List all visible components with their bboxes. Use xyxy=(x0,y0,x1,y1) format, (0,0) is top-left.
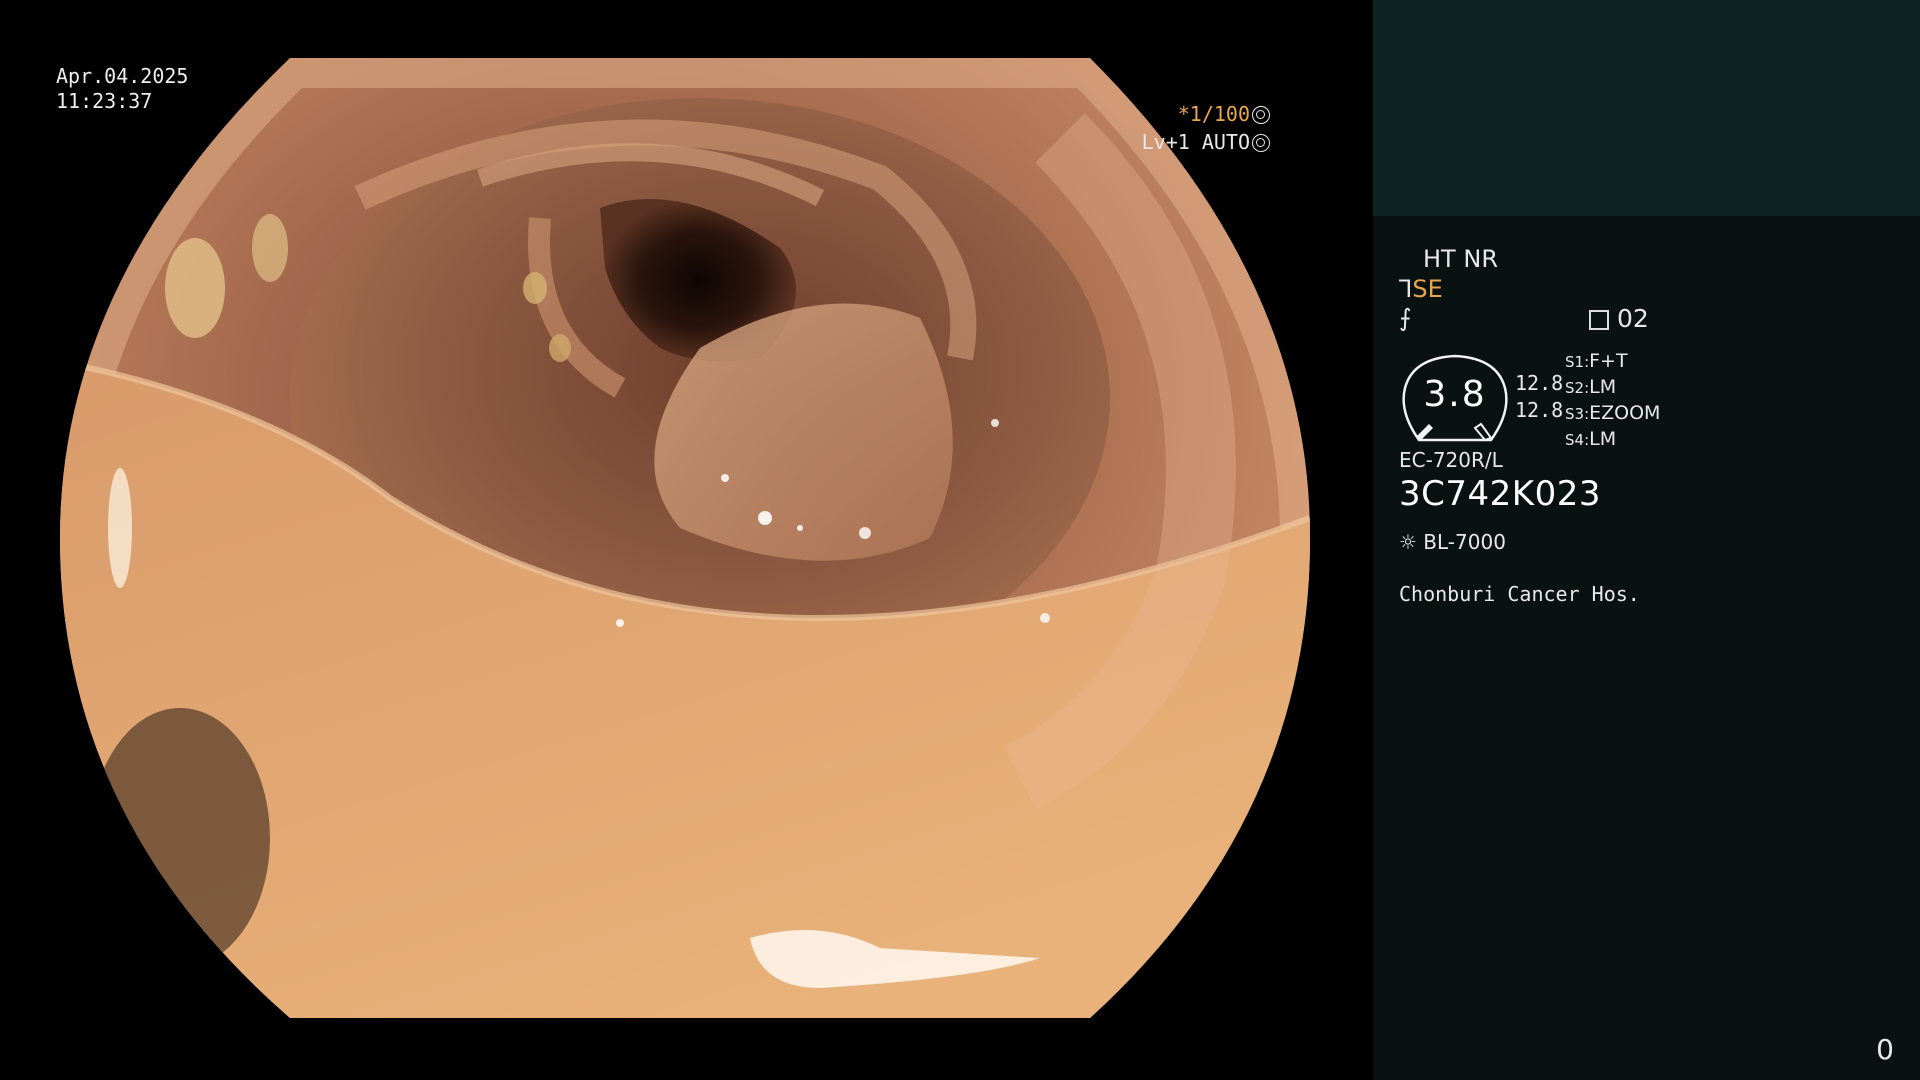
gauge-value: 3.8 xyxy=(1423,374,1487,415)
date-time-display: Apr.04.2025 11:23:37 xyxy=(56,64,188,114)
record-icon xyxy=(1589,310,1609,330)
light-source-icon: ☼ xyxy=(1399,530,1417,554)
mode-item: S3:EZOOM xyxy=(1565,402,1661,424)
brightness-level: Lv+1 xyxy=(1141,130,1190,154)
frame-counter: 0 xyxy=(1876,1033,1894,1066)
scope-serial: 3C742K023 xyxy=(1399,474,1601,514)
mode-item: S4:LM xyxy=(1565,428,1617,450)
date-text: Apr.04.2025 xyxy=(56,64,189,88)
exposure-readout: *1/100 Lv+1 AUTO xyxy=(1142,100,1270,156)
time-text: 11:23:37 xyxy=(56,89,153,113)
record-count: 02 xyxy=(1617,304,1649,333)
gauge-reading-top: 12.8 xyxy=(1515,371,1564,395)
endoscope-viewport: Apr.04.2025 11:23:37 *1/100 Lv+1 AUTO xyxy=(0,0,1372,1080)
se-flag: SE xyxy=(1412,275,1443,303)
panel-header-area xyxy=(1373,0,1920,216)
aperture-icon xyxy=(1252,106,1270,124)
gauge-reading-bottom: 12.8 xyxy=(1515,398,1564,422)
record-row: ⨍ 02 xyxy=(1399,304,1649,333)
shutter-value: 1/100 xyxy=(1189,102,1250,126)
light-source-row: ☼ BL-7000 xyxy=(1399,530,1506,554)
processing-flags: HT NR xyxy=(1423,245,1498,273)
scope-model: EC-720R/L xyxy=(1399,448,1503,472)
gauge-readings: 12.8 12.8 xyxy=(1515,370,1563,424)
info-side-panel: HT NR ⅂SE ⨍ 02 3.8 12.8 12.8 S1:F+T S2:L… xyxy=(1373,0,1920,1080)
zoom-prefix: * xyxy=(1177,102,1190,126)
endoscopic-image xyxy=(60,58,1310,1018)
iris-icon xyxy=(1252,134,1270,152)
enhance-icon: ⅂ xyxy=(1399,275,1413,303)
metering-mode: AUTO xyxy=(1201,130,1250,154)
nr-flag: NR xyxy=(1463,245,1498,273)
freeze-icon: ⨍ xyxy=(1399,304,1412,332)
ht-flag: HT xyxy=(1423,245,1456,273)
structure-enhance-row: ⅂SE xyxy=(1399,275,1443,303)
light-source-name: BL-7000 xyxy=(1423,530,1506,554)
mode-item: S2:LM xyxy=(1565,376,1617,398)
hospital-name: Chonburi Cancer Hos. xyxy=(1399,582,1640,606)
scope-gauge: 3.8 xyxy=(1399,352,1511,442)
mode-item: S1:F+T xyxy=(1565,350,1628,372)
switch-modes-list: S1:F+T S2:LM S3:EZOOM S4:LM xyxy=(1565,349,1660,453)
